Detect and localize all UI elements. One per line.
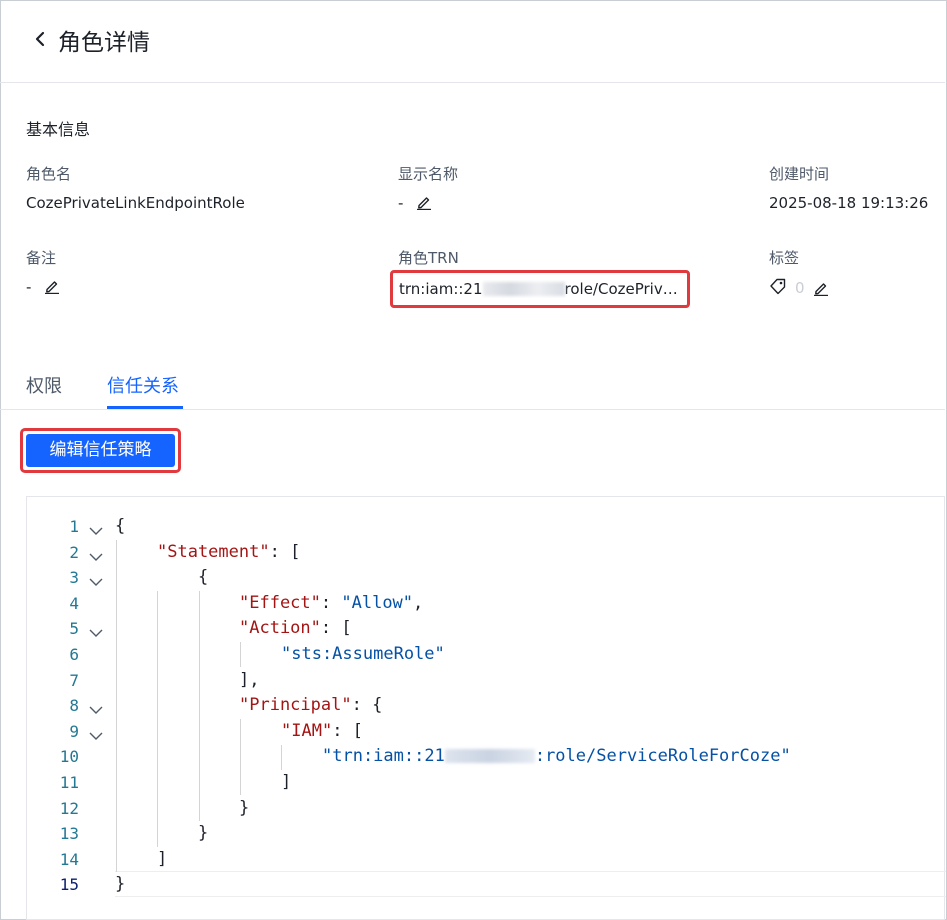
page-header: 角色详情 — [0, 0, 945, 83]
code-line: 10 "trn:iam::21:role/ServiceRoleForCoze" — [27, 744, 944, 770]
redacted-account-id — [444, 749, 535, 764]
code-text: } — [239, 797, 250, 818]
fold-chevron-icon[interactable] — [89, 572, 103, 587]
code-line: 2 "Statement": [ — [27, 540, 944, 566]
line-number: 2 — [69, 542, 79, 562]
trn-prefix: trn:iam::21 — [399, 280, 483, 298]
line-number: 15 — [59, 875, 79, 895]
created-time-label: 创建时间 — [769, 165, 830, 183]
code-text: ] — [281, 772, 292, 792]
code-line: 5 "Action": [ — [27, 616, 944, 642]
redacted-account-id — [482, 282, 565, 296]
code-text: "Action": [ — [239, 618, 352, 639]
tag-icon — [769, 277, 787, 299]
edit-trust-policy-button[interactable]: 编辑信任策略 — [26, 434, 175, 467]
line-number: 8 — [69, 696, 79, 716]
code-text: "Effect": "Allow", — [239, 592, 424, 613]
code-line: 14 ] — [27, 847, 944, 873]
line-number: 5 — [69, 619, 79, 639]
remark-label: 备注 — [26, 249, 57, 267]
line-number: 6 — [69, 645, 79, 664]
tab-trust-relationship[interactable]: 信任关系 — [107, 372, 179, 398]
edit-tags-icon[interactable] — [813, 280, 829, 297]
tab-bar: 权限 信任关系 — [0, 360, 945, 410]
code-text: "sts:AssumeRole" — [281, 644, 445, 664]
code-line: 3 { — [27, 565, 944, 591]
code-text: "IAM": [ — [281, 720, 363, 741]
edit-trust-policy-highlight: 编辑信任策略 — [20, 428, 181, 473]
code-line: 1 { — [27, 514, 944, 540]
fold-chevron-icon[interactable] — [89, 521, 103, 535]
code-text: } — [198, 823, 209, 844]
line-number: 10 — [59, 747, 79, 767]
line-number: 7 — [69, 670, 79, 690]
code-line: 8 "Principal": { — [27, 693, 944, 719]
fold-chevron-icon[interactable] — [89, 700, 103, 715]
display-name-label: 显示名称 — [398, 165, 459, 183]
tags-field: 0 — [769, 277, 829, 299]
code-text: "trn:iam::21:role/ServiceRoleForCoze" — [322, 746, 791, 767]
trn-suffix: role/CozePrivate... — [564, 280, 681, 298]
trust-policy-editor[interactable]: 1 { 2 "Statement": [ 3 { 4 "Effect": "Al… — [26, 496, 946, 920]
role-trn-value[interactable]: trn:iam::21 role/CozePrivate... — [399, 280, 681, 298]
code-text: "Statement": [ — [157, 541, 301, 562]
code-line: 12 } — [27, 796, 944, 822]
role-trn-highlight: trn:iam::21 role/CozePrivate... — [390, 270, 690, 308]
code-line: 9 "IAM": [ — [27, 719, 944, 745]
code-text: { — [115, 516, 126, 536]
code-line: 6 "sts:AssumeRole" — [27, 642, 944, 668]
created-time-value: 2025-08-18 19:13:26 — [769, 194, 929, 212]
role-trn-label: 角色TRN — [398, 249, 459, 267]
line-number: 3 — [69, 568, 79, 588]
basic-info-title: 基本信息 — [26, 120, 91, 139]
line-number: 4 — [69, 593, 79, 613]
edit-remark-icon[interactable] — [44, 278, 60, 295]
code-line: 7 ], — [27, 668, 944, 694]
code-text: ], — [239, 669, 260, 690]
tags-label: 标签 — [769, 249, 800, 267]
fold-chevron-icon[interactable] — [89, 726, 103, 740]
fold-chevron-icon[interactable] — [89, 547, 103, 561]
code-text: "Principal": { — [239, 695, 383, 716]
line-number: 11 — [59, 773, 79, 792]
line-number: 9 — [69, 721, 79, 741]
edit-display-name-icon[interactable] — [416, 194, 432, 211]
code-line: 13 } — [27, 821, 944, 847]
line-number: 14 — [59, 849, 79, 869]
line-number: 1 — [69, 517, 79, 536]
code-text: { — [198, 567, 209, 588]
tab-permissions[interactable]: 权限 — [26, 372, 62, 398]
display-name-value: - — [398, 194, 404, 212]
line-number: 13 — [59, 824, 79, 844]
code-line: 15 } — [27, 872, 944, 898]
code-text: } — [115, 874, 126, 895]
role-name-label: 角色名 — [26, 165, 72, 183]
code-line: 4 "Effect": "Allow", — [27, 591, 944, 617]
active-tab-indicator — [107, 406, 183, 409]
code-line: 11 ] — [27, 770, 944, 796]
back-arrow-icon[interactable] — [30, 27, 50, 51]
role-name-value: CozePrivateLinkEndpointRole — [26, 194, 245, 212]
remark-field: - — [26, 278, 60, 296]
line-number: 12 — [59, 798, 79, 818]
remark-value: - — [26, 278, 32, 296]
fold-chevron-icon[interactable] — [89, 623, 103, 638]
code-text: ] — [157, 848, 168, 869]
display-name-field: - — [398, 194, 432, 212]
tag-count: 0 — [795, 279, 805, 297]
page-title: 角色详情 — [58, 30, 150, 56]
